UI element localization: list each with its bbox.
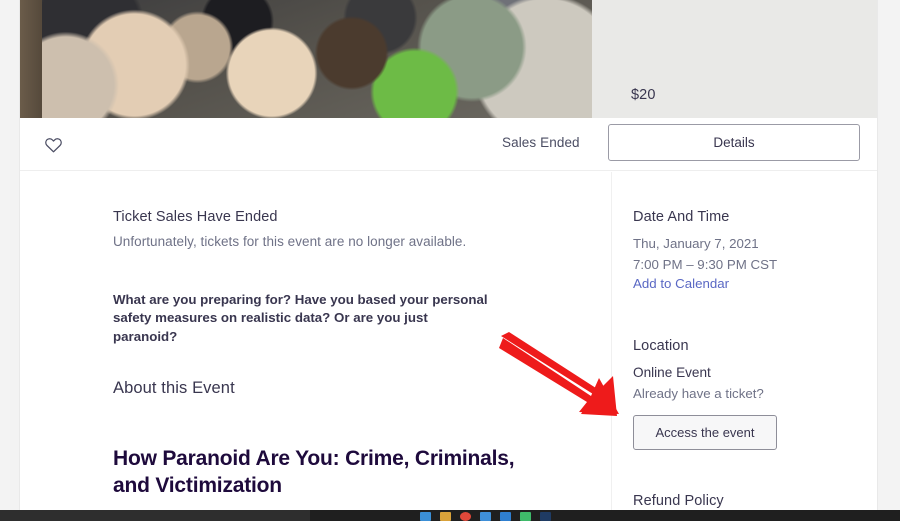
status-badge: Sales Ended: [502, 135, 580, 150]
location-block: Location Online Event Already have a tic…: [633, 338, 877, 450]
add-to-calendar-link[interactable]: Add to Calendar: [633, 276, 729, 291]
event-page-card: $20 Sales Ended Details Ticket Sales Hav…: [20, 0, 877, 521]
taskbar-icon-5[interactable]: [500, 512, 511, 521]
taskbar-icon-7[interactable]: [540, 512, 551, 521]
ticket-price: $20: [631, 87, 656, 103]
sales-ended-title: Ticket Sales Have Ended: [113, 209, 278, 225]
ticket-price-panel: $20: [592, 0, 877, 118]
hero-left-edge: [20, 0, 42, 118]
location-heading: Location: [633, 338, 689, 355]
taskbar-app-icons[interactable]: [420, 512, 551, 521]
event-date: Thu, January 7, 2021: [633, 236, 759, 251]
event-main-column: Ticket Sales Have Ended Unfortunately, t…: [113, 172, 563, 521]
event-sidebar: Date And Time Thu, January 7, 2021 7:00 …: [611, 172, 877, 510]
sales-ended-subtitle: Unfortunately, tickets for this event ar…: [113, 234, 467, 249]
taskbar-icon-1[interactable]: [420, 512, 431, 521]
taskbar-left-region: [0, 510, 310, 521]
location-venue: Online Event: [633, 365, 711, 381]
hero-photo: [20, 0, 592, 118]
taskbar-icon-4[interactable]: [480, 512, 491, 521]
taskbar[interactable]: [0, 510, 900, 521]
event-time: 7:00 PM – 9:30 PM CST: [633, 256, 778, 272]
details-button[interactable]: Details: [608, 124, 860, 161]
date-and-time-heading: Date And Time: [633, 209, 730, 225]
about-this-event-heading: About this Event: [113, 379, 235, 398]
event-title: How Paranoid Are You: Crime, Criminals, …: [113, 447, 515, 497]
taskbar-icon-2[interactable]: [440, 512, 451, 521]
heart-icon[interactable]: [38, 130, 68, 158]
event-action-bar: Sales Ended Details: [20, 118, 877, 171]
date-and-time-block: Date And Time Thu, January 7, 2021 7:00 …: [633, 209, 877, 293]
ticket-prompt: Already have a ticket?: [633, 386, 764, 402]
screen: $20 Sales Ended Details Ticket Sales Hav…: [0, 0, 900, 521]
event-body: Ticket Sales Have Ended Unfortunately, t…: [20, 172, 877, 521]
event-hero-image: [20, 0, 592, 118]
promo-text: What are you preparing for? Have you bas…: [113, 292, 488, 344]
access-the-event-button[interactable]: Access the event: [633, 414, 777, 450]
refund-policy-heading: Refund Policy: [633, 492, 724, 509]
taskbar-icon-3[interactable]: [460, 512, 471, 521]
taskbar-icon-6[interactable]: [520, 512, 531, 521]
